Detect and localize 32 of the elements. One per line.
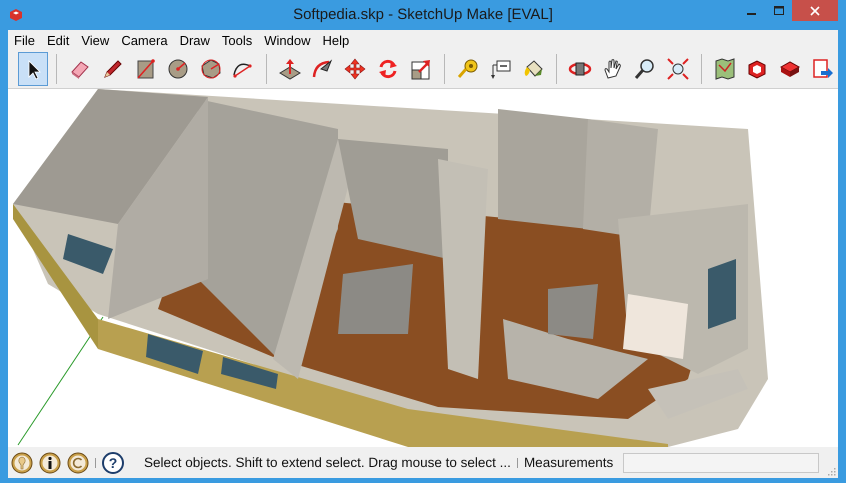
resize-grip-icon xyxy=(826,466,836,476)
minimize-icon xyxy=(747,13,756,15)
close-icon xyxy=(810,6,820,16)
menu-item[interactable]: Draw xyxy=(174,32,216,48)
menu-item[interactable]: View xyxy=(75,32,116,48)
app-logo-icon xyxy=(8,7,24,23)
lightbulb-icon[interactable] xyxy=(11,452,33,474)
menu-item[interactable]: Help xyxy=(316,32,356,48)
tape-measure-icon xyxy=(456,57,480,81)
scale-icon xyxy=(408,57,433,81)
maximize-icon xyxy=(774,6,784,16)
close-button[interactable] xyxy=(792,0,838,21)
menu-item[interactable]: Edit xyxy=(40,32,76,48)
map-icon xyxy=(712,57,737,81)
polygon-icon xyxy=(198,57,223,81)
circle-icon xyxy=(166,57,190,81)
help-button[interactable]: ? xyxy=(102,452,124,474)
menu-item[interactable]: Tools xyxy=(216,32,258,48)
copyright-icon[interactable] xyxy=(67,452,89,474)
zoom-extents-icon xyxy=(666,57,690,81)
move-arrows-icon xyxy=(343,57,368,81)
status-message: Select objects. Shift to extend select. Drag mouse to select ... xyxy=(144,455,511,470)
person-icon[interactable] xyxy=(39,452,61,474)
tool-button[interactable] xyxy=(18,52,48,86)
export-arrow-icon xyxy=(810,57,835,81)
push-pull-icon xyxy=(278,57,302,81)
menu-item[interactable]: Camera xyxy=(115,32,174,48)
measurements-field[interactable] xyxy=(623,452,820,472)
measurements-label: Measurements xyxy=(524,455,614,470)
menu-item[interactable]: Window xyxy=(258,32,317,48)
window-title: Softpedia.skp - SketchUp Make [EVAL] xyxy=(292,6,554,23)
menu-item[interactable]: File xyxy=(8,32,41,48)
